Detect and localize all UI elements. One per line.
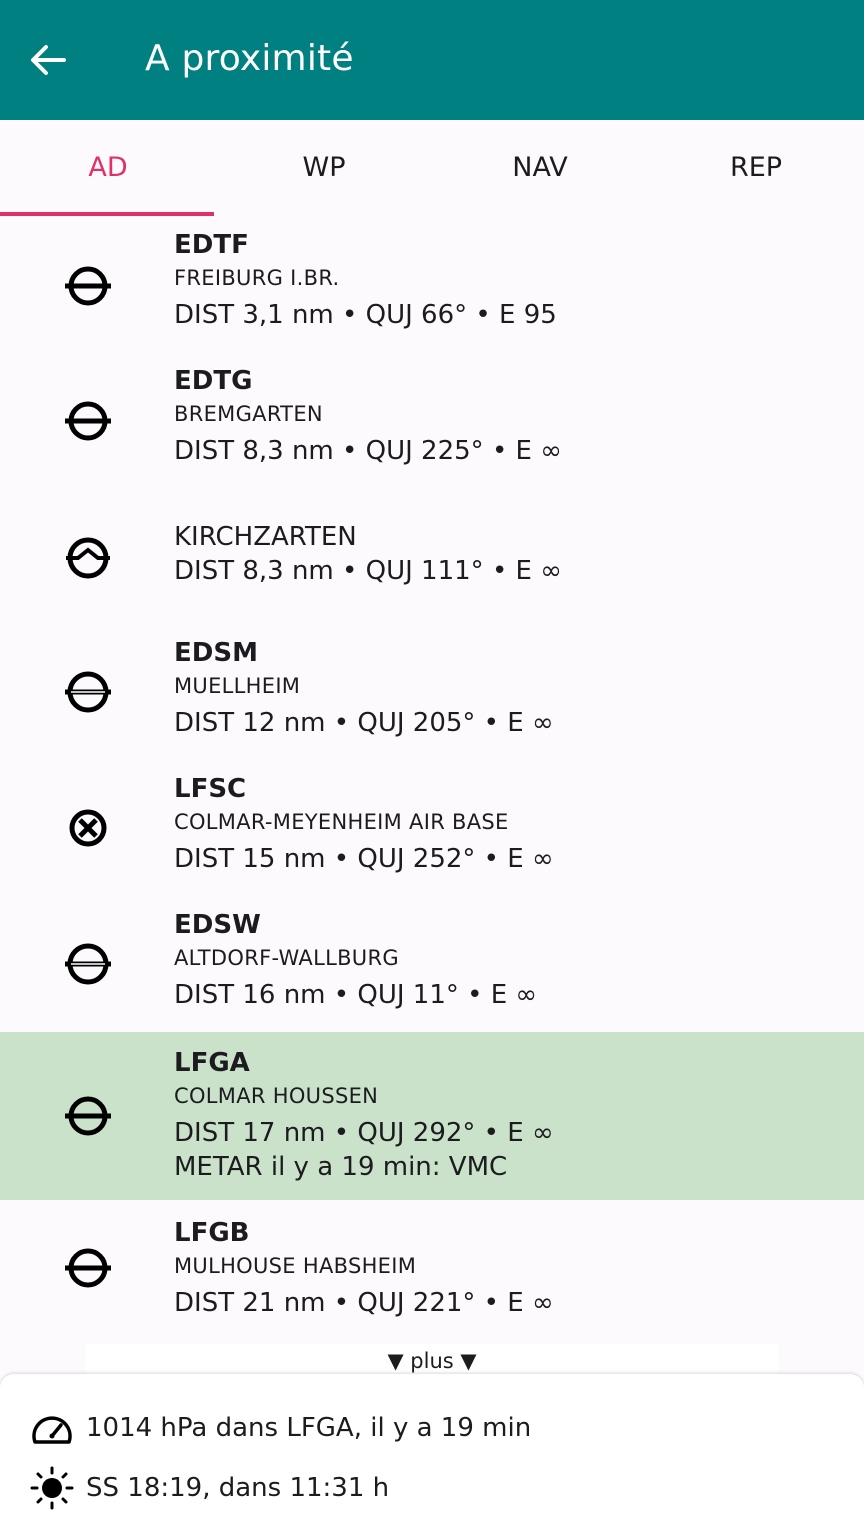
list-item[interactable]: EDTF FREIBURG I.BR. DIST 3,1 nm • QUJ 66… bbox=[0, 230, 864, 350]
airfield-name: MUELLHEIM bbox=[174, 674, 301, 698]
sun-icon bbox=[30, 1466, 74, 1510]
pressure-text: 1014 hPa dans LFGA, il y a 19 min bbox=[86, 1413, 532, 1443]
airfield-details: DIST 17 nm • QUJ 292° • E ∞ bbox=[174, 1118, 554, 1148]
list-item[interactable]: EDSM MUELLHEIM DIST 12 nm • QUJ 205° • E… bbox=[0, 638, 864, 758]
more-button[interactable]: ▼ plus ▼ bbox=[86, 1344, 778, 1378]
aerodrome-civil-icon bbox=[65, 1248, 111, 1288]
ulm-field-icon bbox=[65, 671, 111, 713]
airfield-name: MULHOUSE HABSHEIM bbox=[174, 1254, 417, 1278]
airfield-name: FREIBURG I.BR. bbox=[174, 266, 340, 290]
airfield-details: DIST 12 nm • QUJ 205° • E ∞ bbox=[174, 708, 554, 738]
app-bar: A proximité bbox=[0, 0, 864, 120]
glider-site-icon bbox=[66, 537, 110, 579]
aerodrome-civil-icon bbox=[65, 401, 111, 441]
sunset-text: SS 18:19, dans 11:31 h bbox=[86, 1473, 390, 1503]
airfield-code: LFSC bbox=[174, 774, 247, 804]
airfield-name: COLMAR-MEYENHEIM AIR BASE bbox=[174, 810, 509, 834]
airfield-name: BREMGARTEN bbox=[174, 402, 323, 426]
airfield-code: EDSM bbox=[174, 638, 258, 668]
airfield-details: DIST 16 nm • QUJ 11° • E ∞ bbox=[174, 980, 538, 1010]
sunset-info: SS 18:19, dans 11:31 h bbox=[30, 1466, 389, 1510]
aerodrome-civil-icon bbox=[65, 266, 111, 306]
page-title: A proximité bbox=[145, 38, 354, 79]
list-item[interactable]: EDSW ALTDORF-WALLBURG DIST 16 nm • QUJ 1… bbox=[0, 910, 864, 1030]
aerodrome-civil-icon bbox=[65, 1096, 111, 1136]
ulm-field-icon bbox=[65, 943, 111, 985]
list-item[interactable]: LFGB MULHOUSE HABSHEIM DIST 21 nm • QUJ … bbox=[0, 1218, 864, 1338]
tab-wp[interactable]: WP bbox=[216, 120, 432, 216]
tab-indicator bbox=[0, 212, 214, 216]
airfield-details: DIST 3,1 nm • QUJ 66° • E 95 bbox=[174, 300, 557, 330]
airfield-details: DIST 15 nm • QUJ 252° • E ∞ bbox=[174, 844, 554, 874]
pressure-info: 1014 hPa dans LFGA, il y a 19 min bbox=[30, 1410, 531, 1446]
tab-nav[interactable]: NAV bbox=[432, 120, 648, 216]
list-item[interactable]: EDTG BREMGARTEN DIST 8,3 nm • QUJ 225° •… bbox=[0, 366, 864, 486]
airfield-name: KIRCHZARTEN bbox=[174, 522, 357, 552]
airfield-code: LFGB bbox=[174, 1218, 250, 1248]
tab-ad[interactable]: AD bbox=[0, 120, 216, 216]
airfield-name: ALTDORF-WALLBURG bbox=[174, 946, 399, 970]
military-aerodrome-icon bbox=[69, 809, 107, 847]
info-footer: 1014 hPa dans LFGA, il y a 19 min SS 18:… bbox=[0, 1374, 864, 1536]
list-item[interactable]: LFSC COLMAR-MEYENHEIM AIR BASE DIST 15 n… bbox=[0, 774, 864, 894]
airfield-details: DIST 21 nm • QUJ 221° • E ∞ bbox=[174, 1288, 554, 1318]
gauge-icon bbox=[32, 1416, 72, 1444]
airfield-code: EDTG bbox=[174, 366, 253, 396]
metar-status: METAR il y a 19 min: VMC bbox=[174, 1152, 508, 1182]
airfield-code: LFGA bbox=[174, 1048, 250, 1078]
airfield-code: EDTF bbox=[174, 230, 249, 260]
tab-bar: AD WP NAV REP bbox=[0, 120, 864, 216]
airfield-code: EDSW bbox=[174, 910, 261, 940]
tab-rep[interactable]: REP bbox=[648, 120, 864, 216]
arrow-left-icon[interactable] bbox=[28, 40, 68, 80]
airfield-details: DIST 8,3 nm • QUJ 111° • E ∞ bbox=[174, 556, 562, 586]
airfield-name: COLMAR HOUSSEN bbox=[174, 1084, 379, 1108]
list-item-highlighted[interactable]: LFGA COLMAR HOUSSEN DIST 17 nm • QUJ 292… bbox=[0, 1032, 864, 1200]
list-item[interactable]: KIRCHZARTEN DIST 8,3 nm • QUJ 111° • E ∞ bbox=[0, 520, 864, 620]
airfield-details: DIST 8,3 nm • QUJ 225° • E ∞ bbox=[174, 436, 562, 466]
